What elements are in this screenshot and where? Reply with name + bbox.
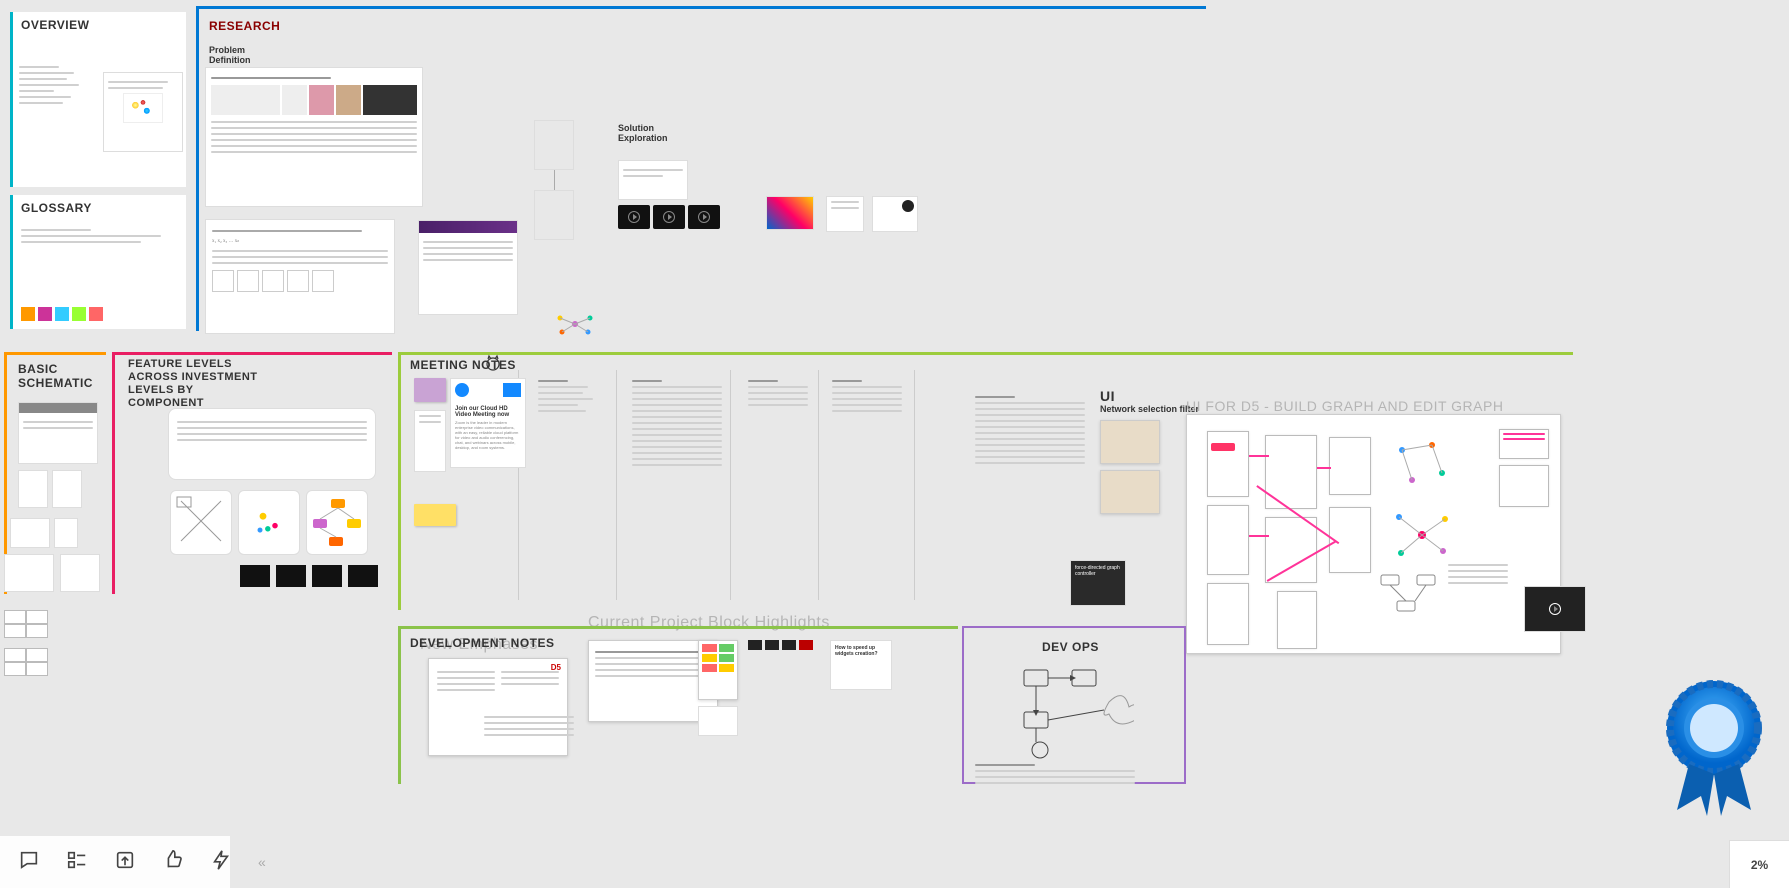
feature-title: FEATURE LEVELS ACROSS INVESTMENT LEVELS …	[128, 358, 258, 410]
research-title: RESEARCH	[209, 19, 280, 33]
ui-d5-panel[interactable]	[1186, 414, 1561, 654]
glossary-title: GLOSSARY	[21, 201, 92, 215]
mural-canvas[interactable]: OVERVIEW GLOSSARY RESEARCH ProblemDefini…	[0, 0, 1789, 888]
ui-d5-title: UI FOR D5 - BUILD GRAPH AND EDIT GRAPH	[1186, 398, 1503, 414]
problem-label: Problem	[209, 45, 245, 55]
meeting-accent	[398, 352, 401, 610]
outline-icon[interactable]	[66, 849, 88, 876]
dev-title: DEVELOPMENT NOTES	[410, 636, 555, 650]
thumbs-up-icon[interactable]	[162, 849, 184, 876]
zoom-invite-title: Join our Cloud HD Video Meeting now	[451, 406, 525, 418]
dev-accent	[398, 626, 401, 784]
zoom-level[interactable]: 2%	[1729, 840, 1789, 888]
overview-title: OVERVIEW	[21, 18, 89, 32]
meeting-top	[398, 352, 1573, 355]
overlay-highlights: Current Project Block Highlights	[588, 614, 830, 632]
basic-title: BASIC SCHEMATIC	[18, 362, 98, 390]
feature-top	[112, 352, 392, 355]
award-ribbon-icon	[1659, 678, 1769, 818]
basic-top	[4, 352, 106, 355]
feature-accent	[112, 352, 115, 594]
devops-title: DEV OPS	[1042, 640, 1099, 654]
ui-subtitle: Network selection filter	[1100, 404, 1199, 414]
dev-top	[398, 626, 958, 629]
ui-title: UI	[1100, 388, 1115, 404]
bottom-toolbar: «	[0, 836, 230, 888]
collapse-icon[interactable]: «	[258, 854, 266, 870]
lightning-icon[interactable]	[210, 849, 232, 876]
widgets-note: How to speed up widgets creation?	[831, 641, 891, 661]
mindmap-thumb[interactable]	[550, 310, 600, 338]
solution-label: Solution	[618, 123, 654, 133]
comment-icon[interactable]	[18, 849, 40, 876]
devops-diagram	[1014, 662, 1134, 772]
cat-icon	[484, 354, 502, 372]
share-icon[interactable]	[114, 849, 136, 876]
